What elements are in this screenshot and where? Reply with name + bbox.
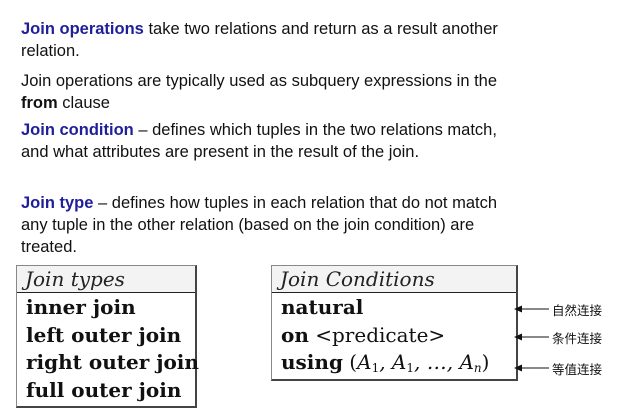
arrow-left-icon bbox=[514, 333, 549, 341]
join-types-header: Join types bbox=[17, 266, 195, 293]
join-type-full-outer: full outer join bbox=[26, 377, 182, 402]
condition-using: using (A1, A1, …, An) bbox=[281, 350, 490, 375]
join-type-inner: inner join bbox=[26, 295, 136, 319]
paragraph-subquery: Join operations are typically used as su… bbox=[21, 70, 511, 114]
join-type-left-outer: left outer join bbox=[26, 322, 182, 347]
annotation-equi: 等值连接 bbox=[514, 360, 614, 377]
paragraph-text: Join operations are typically used as su… bbox=[21, 72, 498, 90]
term-join-operations: Join operations bbox=[21, 20, 144, 38]
join-types-rows: inner join left outer join right outer j… bbox=[26, 294, 199, 404]
paragraph-text: – defines how tuples in each relation th… bbox=[21, 194, 498, 256]
paragraph-join-condition: Join condition – defines which tuples in… bbox=[21, 119, 511, 163]
annotation-label: 条件连接 bbox=[552, 331, 603, 346]
join-type-right-outer: right outer join bbox=[26, 350, 199, 374]
paragraph-text: clause bbox=[57, 94, 110, 112]
term-join-condition: Join condition bbox=[21, 121, 134, 139]
arrow-left-icon bbox=[514, 364, 549, 372]
join-conditions-table: Join Conditions natural on <predicate> u… bbox=[271, 265, 518, 381]
condition-natural: natural bbox=[281, 295, 364, 319]
paragraph-join-operations: Join operations take two relations and r… bbox=[21, 18, 511, 62]
annotation-label: 等值连接 bbox=[552, 362, 603, 377]
condition-on: on <predicate> bbox=[281, 322, 446, 347]
annotation-label: 自然连接 bbox=[552, 303, 603, 318]
term-join-type: Join type bbox=[21, 194, 94, 212]
keyword-from: from bbox=[21, 94, 58, 112]
join-types-table: Join types inner join left outer join ri… bbox=[16, 265, 199, 408]
annotation-condition: 条件连接 bbox=[514, 329, 614, 346]
join-conditions-header: Join Conditions bbox=[272, 266, 516, 293]
paragraph-join-type: Join type – defines how tuples in each r… bbox=[21, 192, 511, 258]
arrow-left-icon bbox=[514, 305, 549, 313]
join-conditions-rows: natural on <predicate> using (A1, A1, …,… bbox=[281, 294, 489, 383]
annotation-natural: 自然连接 bbox=[514, 301, 614, 318]
